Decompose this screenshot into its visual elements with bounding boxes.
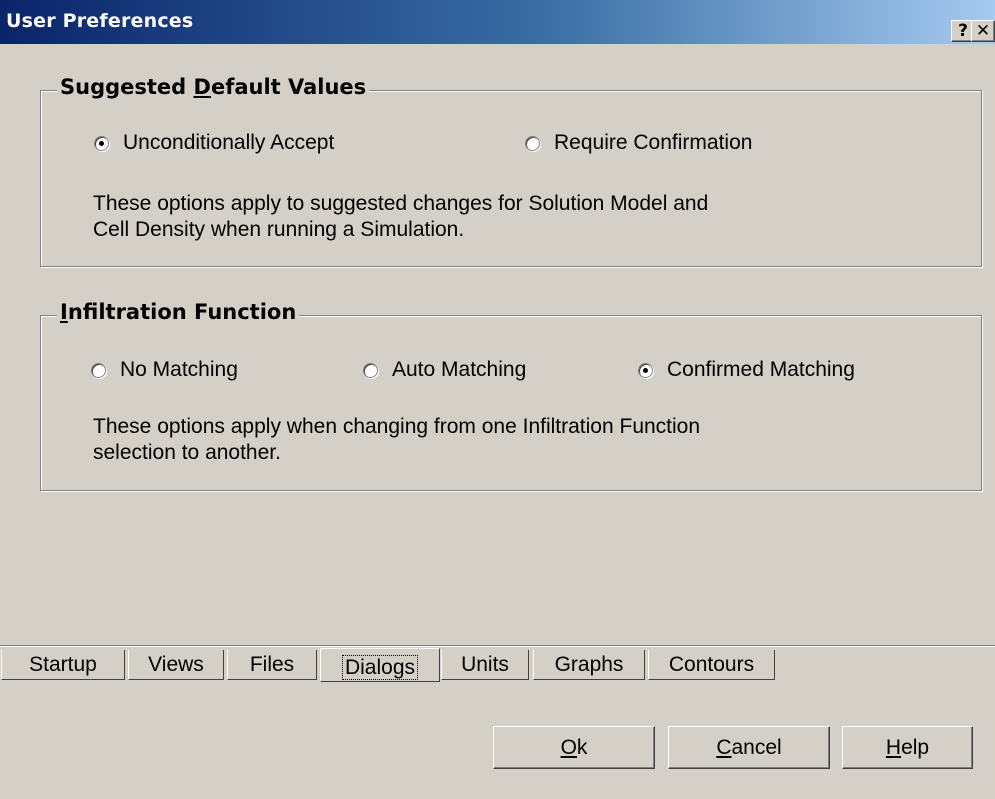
tab-startup[interactable]: Startup — [1, 650, 125, 680]
tab-contours[interactable]: Contours — [648, 650, 775, 680]
confirmed-matching-radio[interactable]: Confirmed Matching — [638, 358, 855, 382]
tab-views[interactable]: Views — [128, 650, 224, 680]
help-label-rest: elp — [901, 736, 930, 759]
infiltration-function-title: Infiltration Function — [57, 300, 300, 324]
help-accelerator: H — [885, 736, 902, 759]
auto-matching-radio[interactable]: Auto Matching — [363, 358, 526, 382]
suggested-default-values-title: Suggested Default Values — [57, 75, 370, 99]
tab-dialogs-label: Dialogs — [341, 655, 419, 680]
unconditionally-accept-radio[interactable]: Unconditionally Accept — [94, 131, 334, 155]
no-matching-radio[interactable]: No Matching — [91, 358, 238, 382]
radio-circle — [91, 362, 106, 378]
cancel-accelerator: C — [716, 736, 732, 759]
infiltration-function-group: Infiltration Function No Matching Auto M… — [40, 300, 982, 491]
tab-units[interactable]: Units — [441, 650, 529, 680]
suggested-default-values-group: Suggested Default Values Unconditionally… — [40, 75, 982, 267]
tab-strip-border — [0, 645, 995, 646]
radio-label: Confirmed Matching — [667, 358, 855, 381]
radio-label: Require Confirmation — [554, 131, 753, 154]
radio-circle — [525, 135, 540, 151]
description-line: These options apply to suggested changes… — [93, 192, 709, 215]
ok-accelerator: O — [560, 736, 577, 759]
radio-circle — [638, 362, 653, 378]
radio-selected-dot — [643, 367, 648, 373]
ok-button[interactable]: Ok — [493, 726, 655, 769]
tab-dialogs[interactable]: Dialogs — [320, 648, 440, 682]
cancel-label-rest: ancel — [731, 736, 782, 759]
description-line: Cell Density when running a Simulation. — [93, 218, 465, 241]
description-line: These options apply when changing from o… — [93, 415, 701, 438]
infiltration-description: These options apply when changing from o… — [93, 414, 953, 466]
radio-selected-dot — [99, 140, 104, 146]
user-preferences-dialog: User Preferences ? ✕ Suggested Default V… — [0, 0, 995, 799]
radio-circle — [363, 362, 378, 378]
description-line: selection to another. — [93, 441, 281, 464]
tab-graphs[interactable]: Graphs — [533, 650, 645, 680]
cancel-button[interactable]: Cancel — [668, 726, 830, 769]
default-values-description: These options apply to suggested changes… — [93, 191, 953, 243]
help-button[interactable]: Help — [842, 726, 973, 769]
radio-label: Auto Matching — [392, 358, 527, 381]
window-title: User Preferences — [6, 10, 194, 32]
close-icon[interactable]: ✕ — [971, 20, 995, 42]
tab-files[interactable]: Files — [227, 650, 317, 680]
title-bar: User Preferences ? ✕ — [0, 0, 995, 44]
radio-label: Unconditionally Accept — [123, 131, 335, 154]
require-confirmation-radio[interactable]: Require Confirmation — [525, 131, 752, 155]
ok-label-rest: k — [576, 736, 588, 759]
radio-label: No Matching — [120, 358, 238, 381]
radio-circle — [94, 135, 109, 151]
